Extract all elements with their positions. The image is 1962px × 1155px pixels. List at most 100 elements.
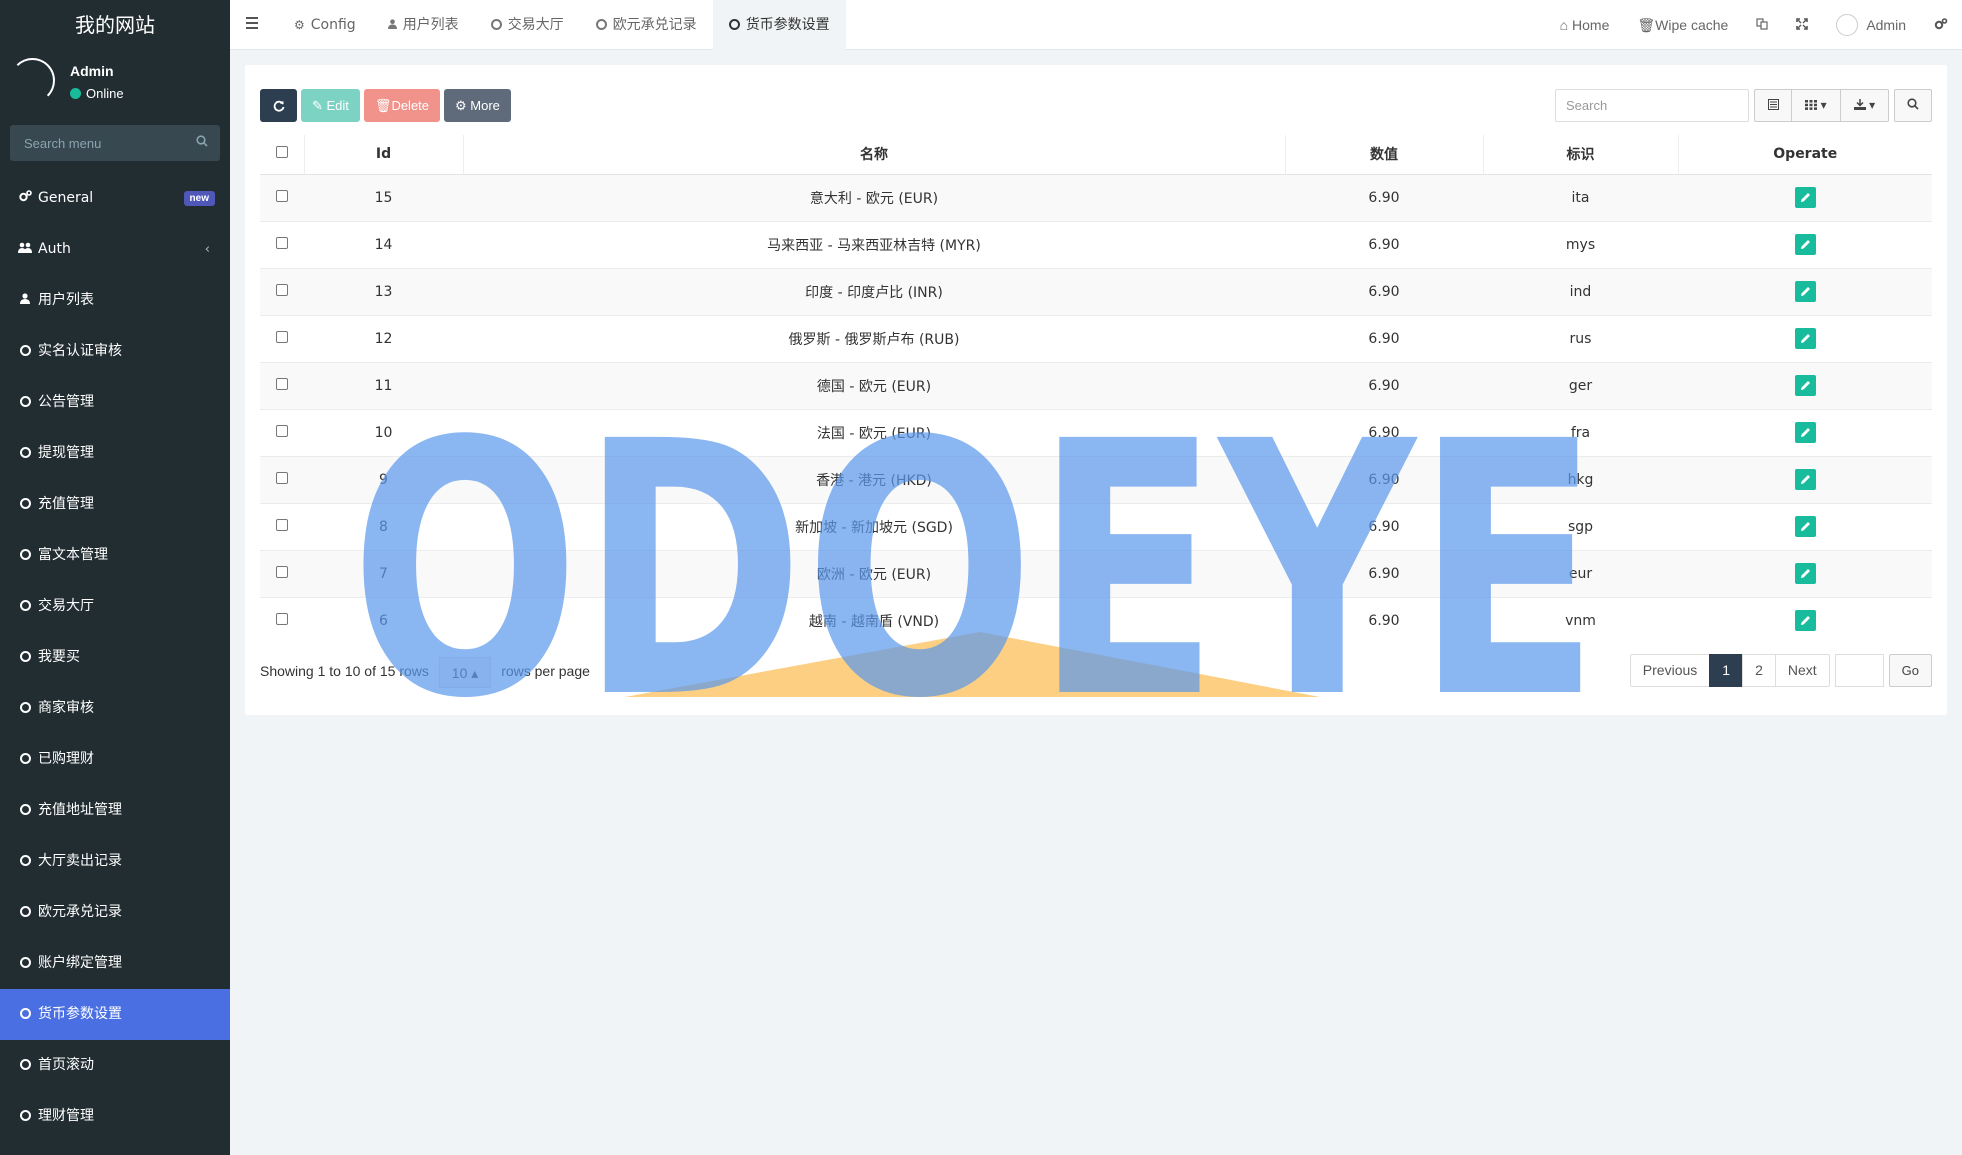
page-button-1[interactable]: 1 — [1709, 654, 1744, 687]
table-row[interactable]: 15 意大利 - 欧元 (EUR) 6.90 ita — [260, 173, 1932, 221]
column-header-value[interactable]: 数值 — [1284, 135, 1483, 175]
wipe-cache-label: Wipe cache — [1655, 17, 1729, 33]
row-checkbox[interactable] — [276, 518, 288, 531]
wipe-cache-button[interactable]: 🗑Wipe cache — [1623, 0, 1742, 50]
user-panel: Admin Online — [0, 50, 230, 110]
sidebar-item-label: 富文本管理 — [38, 547, 108, 563]
more-button[interactable]: ⚙ More — [444, 89, 511, 122]
tab-currency-settings[interactable]: 货币参数设置 — [712, 0, 846, 50]
row-checkbox[interactable] — [276, 612, 288, 625]
search-icon[interactable] — [196, 135, 208, 147]
sidebar-item-purchased-finance[interactable]: 已购理财 — [0, 734, 230, 785]
search-menu-input[interactable] — [10, 125, 220, 161]
row-checkbox[interactable] — [276, 377, 288, 390]
row-edit-button[interactable] — [1794, 328, 1816, 349]
sidebar-item-finance-management[interactable]: 理财管理 — [0, 1091, 230, 1142]
sidebar-item-currency-settings[interactable]: 货币参数设置 — [0, 989, 230, 1040]
sidebar-item-hall-sell-records[interactable]: 大厅卖出记录 — [0, 836, 230, 887]
row-checkbox[interactable] — [276, 236, 288, 249]
row-select-cell — [260, 549, 304, 597]
sidebar-item-user-list[interactable]: 用户列表 — [0, 275, 230, 326]
table-row[interactable]: 10 法国 - 欧元 (EUR) 6.90 fra — [260, 408, 1932, 456]
row-edit-button[interactable] — [1794, 375, 1816, 396]
row-edit-button[interactable] — [1794, 422, 1816, 443]
table-row[interactable]: 14 马来西亚 - 马来西亚林吉特 (MYR) 6.90 mys — [260, 220, 1932, 268]
settings-cogs-icon[interactable] — [1920, 0, 1962, 50]
table-header-row: Id 名称 数值 标识 Operate — [260, 135, 1932, 175]
page-size-dropdown[interactable]: 10 ▴ — [438, 657, 492, 688]
row-checkbox[interactable] — [276, 424, 288, 437]
pencil-icon — [1800, 616, 1810, 626]
columns-button[interactable]: ▾ — [1792, 89, 1841, 122]
cell-value: 6.90 — [1285, 173, 1483, 221]
cell-code: mys — [1483, 220, 1678, 268]
table-row[interactable]: 13 印度 - 印度卢比 (INR) 6.90 ind — [260, 267, 1932, 315]
fullscreen-icon[interactable] — [1782, 0, 1822, 50]
pencil-icon — [1800, 287, 1810, 296]
row-checkbox[interactable] — [276, 189, 288, 202]
next-page-button[interactable]: Next — [1774, 654, 1830, 687]
tab-euro-acceptance[interactable]: 欧元承兑记录 — [580, 0, 713, 50]
sidebar-item-merchant-audit[interactable]: 商家审核 — [0, 683, 230, 734]
site-logo[interactable]: 我的网站 — [0, 0, 230, 50]
sidebar-item-home-scroll[interactable]: 首页滚动 — [0, 1040, 230, 1091]
table-row[interactable]: 6 越南 - 越南盾 (VND) 6.90 vnm — [260, 596, 1932, 644]
row-edit-button[interactable] — [1794, 516, 1816, 537]
tab-user-list[interactable]: 用户列表 — [372, 0, 475, 50]
tab-config[interactable]: ⚙ Config — [278, 0, 372, 50]
go-button[interactable]: Go — [1888, 654, 1932, 687]
row-checkbox[interactable] — [276, 283, 288, 296]
sidebar-item-trading-hall[interactable]: 交易大厅 — [0, 581, 230, 632]
delete-button[interactable]: 🗑Delete — [363, 89, 441, 122]
previous-page-button[interactable]: Previous — [1629, 654, 1711, 687]
select-all-checkbox[interactable] — [275, 146, 288, 159]
page-jump-input[interactable] — [1834, 654, 1884, 687]
sidebar-item-buy[interactable]: 我要买 — [0, 632, 230, 683]
table-row[interactable]: 7 欧洲 - 欧元 (EUR) 6.90 eur — [260, 549, 1932, 597]
edit-button[interactable]: ✎ Edit — [301, 89, 360, 122]
cell-operate — [1678, 549, 1932, 597]
export-button[interactable]: ▾ — [1841, 89, 1889, 122]
circle-icon — [19, 702, 31, 713]
column-header-name[interactable]: 名称 — [462, 135, 1285, 175]
toggle-view-button[interactable] — [1754, 89, 1792, 122]
table-row[interactable]: 8 新加坡 - 新加坡元 (SGD) 6.90 sgp — [260, 502, 1932, 550]
table-row[interactable]: 9 香港 - 港元 (HKD) 6.90 hkg — [260, 455, 1932, 503]
row-select-cell — [260, 455, 304, 503]
sidebar-item-general[interactable]: General new — [0, 173, 230, 224]
table-row[interactable]: 12 俄罗斯 - 俄罗斯卢布 (RUB) 6.90 rus — [260, 314, 1932, 362]
row-checkbox[interactable] — [276, 330, 288, 343]
row-edit-button[interactable] — [1794, 234, 1816, 255]
menu-toggle-icon[interactable] — [246, 17, 258, 32]
sidebar-search — [10, 125, 220, 161]
table-search-input[interactable] — [1555, 89, 1749, 122]
home-link[interactable]: ⌂ Home — [1546, 0, 1624, 50]
row-edit-button[interactable] — [1794, 469, 1816, 490]
row-edit-button[interactable] — [1794, 281, 1816, 302]
sidebar-item-euro-acceptance[interactable]: 欧元承兑记录 — [0, 887, 230, 938]
tab-trading-hall[interactable]: 交易大厅 — [475, 0, 580, 50]
language-icon[interactable] — [1742, 0, 1782, 50]
sidebar-item-realname-audit[interactable]: 实名认证审核 — [0, 326, 230, 377]
sidebar-item-auth[interactable]: Auth ‹ — [0, 224, 230, 275]
avatar — [1836, 14, 1859, 36]
sidebar-item-recharge[interactable]: 充值管理 — [0, 479, 230, 530]
sidebar-item-withdraw[interactable]: 提现管理 — [0, 428, 230, 479]
row-edit-button[interactable] — [1794, 610, 1816, 632]
column-header-code[interactable]: 标识 — [1482, 135, 1678, 175]
row-checkbox[interactable] — [276, 565, 288, 578]
sidebar-item-account-binding[interactable]: 账户绑定管理 — [0, 938, 230, 989]
sidebar-item-richtext[interactable]: 富文本管理 — [0, 530, 230, 581]
sidebar-item-recharge-address[interactable]: 充值地址管理 — [0, 785, 230, 836]
sidebar-item-notice[interactable]: 公告管理 — [0, 377, 230, 428]
advanced-search-button[interactable] — [1894, 89, 1932, 122]
row-checkbox[interactable] — [276, 471, 288, 484]
table-row[interactable]: 11 德国 - 欧元 (EUR) 6.90 ger — [260, 361, 1932, 409]
page-button-2[interactable]: 2 — [1742, 654, 1776, 687]
row-edit-button[interactable] — [1794, 187, 1816, 208]
refresh-button[interactable] — [260, 89, 297, 122]
admin-user-menu[interactable]: Admin — [1822, 0, 1920, 50]
row-edit-button[interactable] — [1794, 563, 1816, 584]
column-header-id[interactable]: Id — [303, 135, 463, 175]
row-select-cell — [260, 314, 304, 362]
